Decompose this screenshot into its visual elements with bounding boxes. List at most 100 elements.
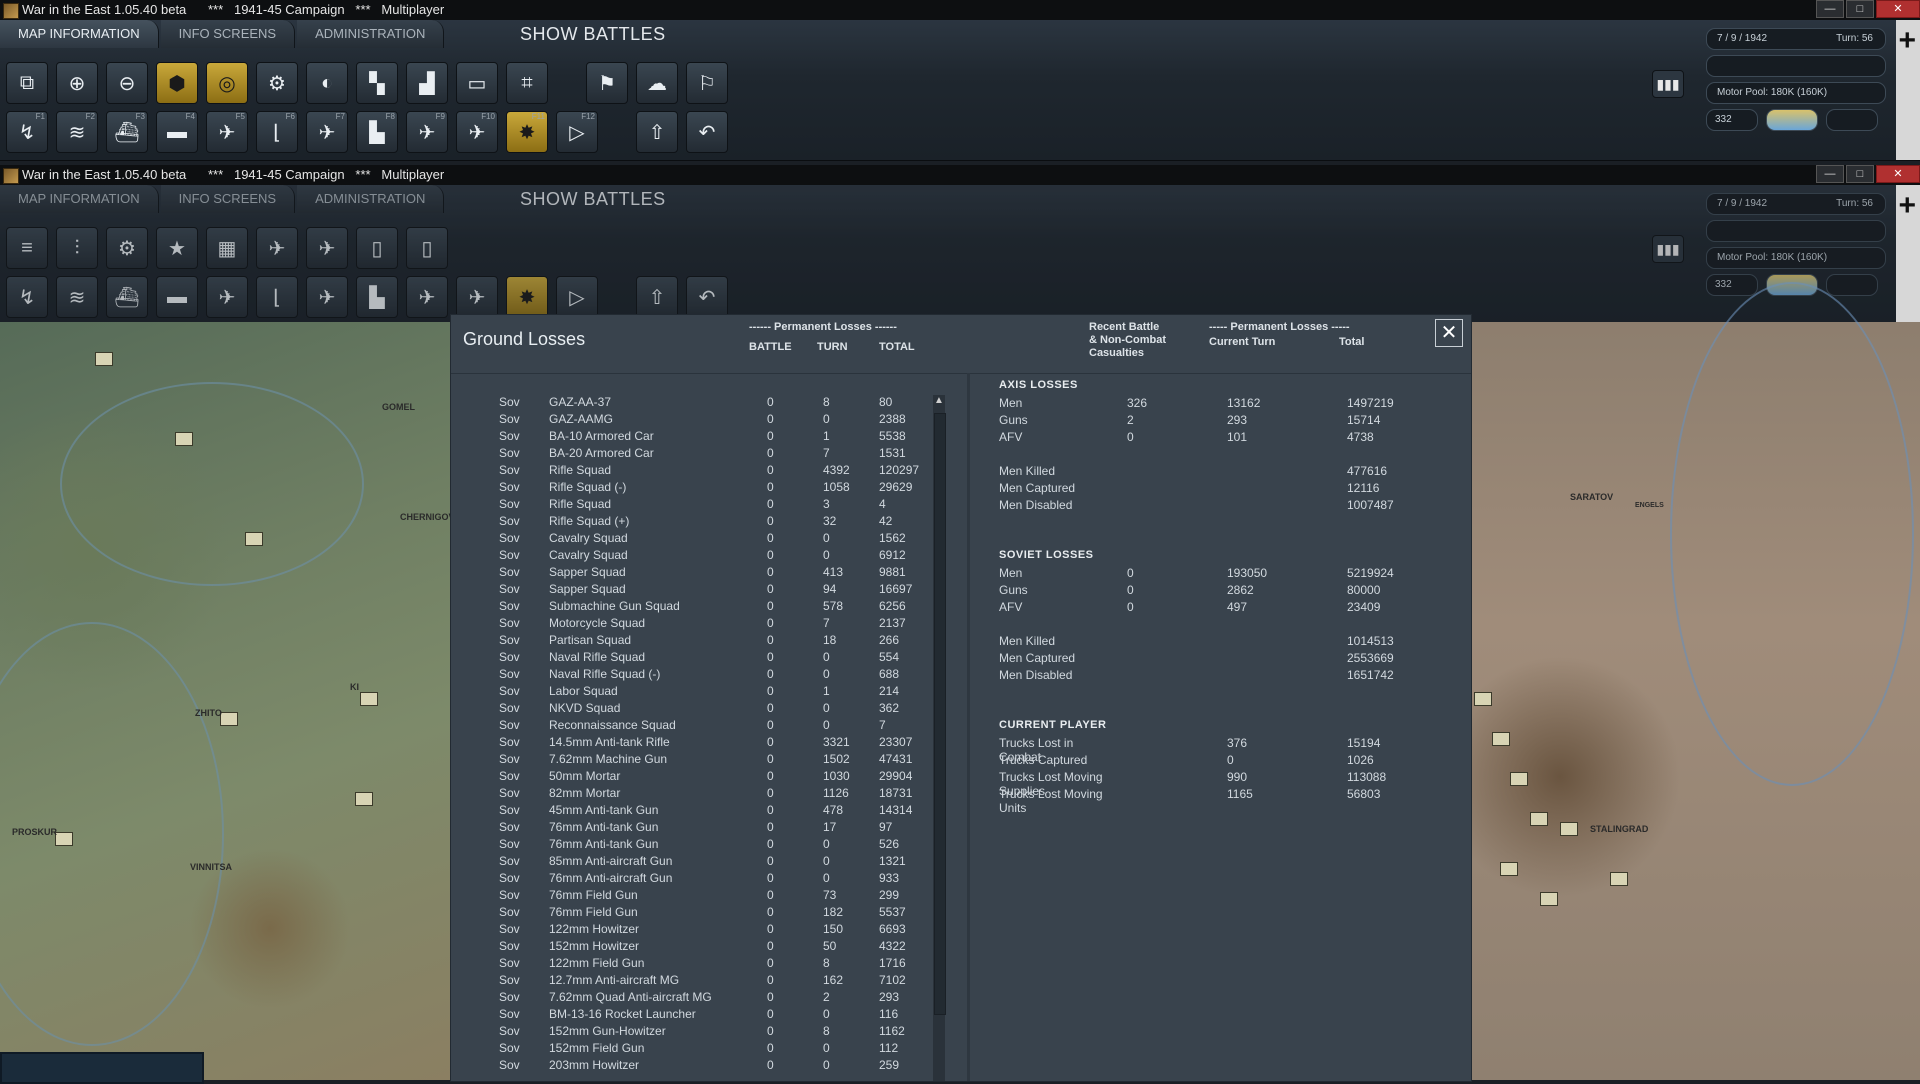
fuel-icon[interactable]: ▯ (356, 227, 398, 269)
f1-icon[interactable]: ↯ (6, 276, 48, 318)
list-item[interactable]: Sov 76mm Field Gun 0 73 299 (451, 888, 931, 905)
list-item[interactable]: Sov 50mm Mortar 0 1030 29904 (451, 769, 931, 786)
zoom-in-icon[interactable]: ⊕ (56, 62, 98, 104)
maximize-button[interactable]: □ (1846, 165, 1874, 183)
list-item[interactable]: Sov Naval Rifle Squad 0 0 554 (451, 650, 931, 667)
list-item[interactable]: Sov 76mm Anti-tank Gun 0 17 97 (451, 820, 931, 837)
unit-bar-icon[interactable]: ▮▮▮ (1652, 70, 1684, 98)
list-item[interactable]: Sov Naval Rifle Squad (-) 0 0 688 (451, 667, 931, 684)
list-item[interactable]: Sov 82mm Mortar 0 1126 18731 (451, 786, 931, 803)
tab-map-information[interactable]: MAP INFORMATION (0, 185, 159, 213)
f7-icon[interactable]: ✈ (306, 276, 348, 318)
menu-icon[interactable]: ≡ (6, 227, 48, 269)
tab-administration[interactable]: ADMINISTRATION (297, 20, 445, 48)
f7-icon[interactable]: ✈ F7 (306, 111, 348, 153)
unit-counter[interactable] (355, 792, 373, 806)
hex-icon[interactable]: ⬢ (156, 62, 198, 104)
f1-icon[interactable]: ↯ F1 (6, 111, 48, 153)
window-icon[interactable]: ⧉ (6, 62, 48, 104)
list-item[interactable]: Sov GAZ-AA-37 0 8 80 (451, 395, 931, 412)
f9-icon[interactable]: ✈ F9 (406, 111, 448, 153)
f11-battle-icon[interactable]: ✸ (506, 276, 548, 318)
supply-icon[interactable]: ◐ (306, 62, 348, 104)
f3-icon[interactable]: ⛴ F3 (106, 111, 148, 153)
list-item[interactable]: Sov 85mm Anti-aircraft Gun 0 0 1321 (451, 854, 931, 871)
scroll-thumb[interactable] (934, 413, 946, 1015)
list-item[interactable]: Sov Cavalry Squad 0 0 6912 (451, 548, 931, 565)
list-item[interactable]: Sov Labor Squad 0 1 214 (451, 684, 931, 701)
tab-administration[interactable]: ADMINISTRATION (297, 185, 445, 213)
list-item[interactable]: Sov Rifle Squad 0 3 4 (451, 497, 931, 514)
unit-counter[interactable] (220, 712, 238, 726)
industry-icon[interactable]: ▟ (406, 62, 448, 104)
plus-icon[interactable]: + (1898, 191, 1916, 221)
f2-icon[interactable]: ≋ (56, 276, 98, 318)
scroll-up-icon[interactable]: ▲ (933, 395, 945, 409)
factory-icon[interactable]: ▦ (206, 227, 248, 269)
list-item[interactable]: Sov 76mm Anti-tank Gun 0 0 526 (451, 837, 931, 854)
air-icon[interactable]: ✈ (256, 227, 298, 269)
list-item[interactable]: Sov Partisan Squad 0 18 266 (451, 633, 931, 650)
flag-icon[interactable]: ⚐ (686, 62, 728, 104)
plus-icon[interactable]: + (1898, 26, 1916, 56)
f12-play-icon[interactable]: ▷ (556, 276, 598, 318)
f3-icon[interactable]: ⛴ (106, 276, 148, 318)
list-item[interactable]: Sov Rifle Squad (-) 0 1058 29629 (451, 480, 931, 497)
list-item[interactable]: Sov Reconnaissance Squad 0 0 7 (451, 718, 931, 735)
tab-info-screens[interactable]: INFO SCREENS (160, 185, 296, 213)
camera-icon[interactable]: ⌗ (506, 62, 548, 104)
map-left[interactable]: GOMEL CHERNIGOV KI ZHITO PROSKUR VINNITS… (0, 322, 455, 1084)
unit-counter[interactable] (175, 432, 193, 446)
maximize-button[interactable]: □ (1846, 0, 1874, 18)
list-item[interactable]: Sov Sapper Squad 0 413 9881 (451, 565, 931, 582)
unit-counter[interactable] (245, 532, 263, 546)
star-icon[interactable]: ★ (156, 227, 198, 269)
list-item[interactable]: Sov 45mm Anti-tank Gun 0 478 14314 (451, 803, 931, 820)
frame-icon[interactable]: ▭ (456, 62, 498, 104)
list-item[interactable]: Sov Submachine Gun Squad 0 578 6256 (451, 599, 931, 616)
list-item[interactable]: Sov GAZ-AAMG 0 0 2388 (451, 412, 931, 429)
f10-icon[interactable]: ✈ F10 (456, 111, 498, 153)
f6-icon[interactable]: ⌊ F6 (256, 111, 298, 153)
close-dialog-button[interactable]: ✕ (1435, 319, 1463, 347)
f6-icon[interactable]: ⌊ (256, 276, 298, 318)
list-item[interactable]: Sov 152mm Gun-Howitzer 0 8 1162 (451, 1024, 931, 1041)
upload-icon[interactable]: ⇧ (636, 276, 678, 318)
unit-counter[interactable] (1492, 732, 1510, 746)
f8-icon[interactable]: ▙ (356, 276, 398, 318)
list-item[interactable]: Sov 7.62mm Quad Anti-aircraft MG 0 2 293 (451, 990, 931, 1007)
map-right[interactable]: SARATOV ENGELS STALINGRAD (1470, 282, 1920, 1080)
plane-icon[interactable]: ✈ (306, 227, 348, 269)
unit-counter[interactable] (1540, 892, 1558, 906)
list-item[interactable]: Sov BM-13-16 Rocket Launcher 0 0 116 (451, 1007, 931, 1024)
unit-counter[interactable] (1500, 862, 1518, 876)
list-item[interactable]: Sov BA-10 Armored Car 0 1 5538 (451, 429, 931, 446)
sliders-icon[interactable]: ⫶ (56, 227, 98, 269)
list-item[interactable]: Sov 14.5mm Anti-tank Rifle 0 3321 23307 (451, 735, 931, 752)
losses-list[interactable]: Sov GAZ-AA-37 0 8 80 Sov GAZ-AAMG 0 0 2388 Sov BA-1… (451, 395, 931, 1075)
f8-icon[interactable]: ▙ F8 (356, 111, 398, 153)
list-item[interactable]: Sov 12.7mm Anti-aircraft MG 0 162 7102 (451, 973, 931, 990)
unit-bar-icon[interactable]: ▮▮▮ (1652, 235, 1684, 263)
target-icon[interactable]: ◎ (206, 62, 248, 104)
list-item[interactable]: Sov 152mm Howitzer 0 50 4322 (451, 939, 931, 956)
f5-icon[interactable]: ✈ (206, 276, 248, 318)
list-item[interactable]: Sov 122mm Field Gun 0 8 1716 (451, 956, 931, 973)
f11-battle-icon[interactable]: ✸ F11 (506, 111, 548, 153)
phone-icon[interactable]: ▯ (406, 227, 448, 269)
f2-icon[interactable]: ≋ F2 (56, 111, 98, 153)
list-item[interactable]: Sov 122mm Howitzer 0 150 6693 (451, 922, 931, 939)
unit-counter[interactable] (1530, 812, 1548, 826)
upload-icon[interactable]: ⇧ (636, 111, 678, 153)
flag-exit-icon[interactable]: ⚑ (586, 62, 628, 104)
minimize-button[interactable]: — (1816, 0, 1844, 18)
list-item[interactable]: Sov NKVD Squad 0 0 362 (451, 701, 931, 718)
list-item[interactable]: Sov 152mm Field Gun 0 0 112 (451, 1041, 931, 1058)
minimize-button[interactable]: — (1816, 165, 1844, 183)
f9-icon[interactable]: ✈ (406, 276, 448, 318)
f4-icon[interactable]: ▬ (156, 276, 198, 318)
unit-counter[interactable] (1610, 872, 1628, 886)
list-item[interactable]: Sov 76mm Anti-aircraft Gun 0 0 933 (451, 871, 931, 888)
gear-icon[interactable]: ⚙ (106, 227, 148, 269)
show-battles-label[interactable]: SHOW BATTLES (520, 185, 666, 213)
